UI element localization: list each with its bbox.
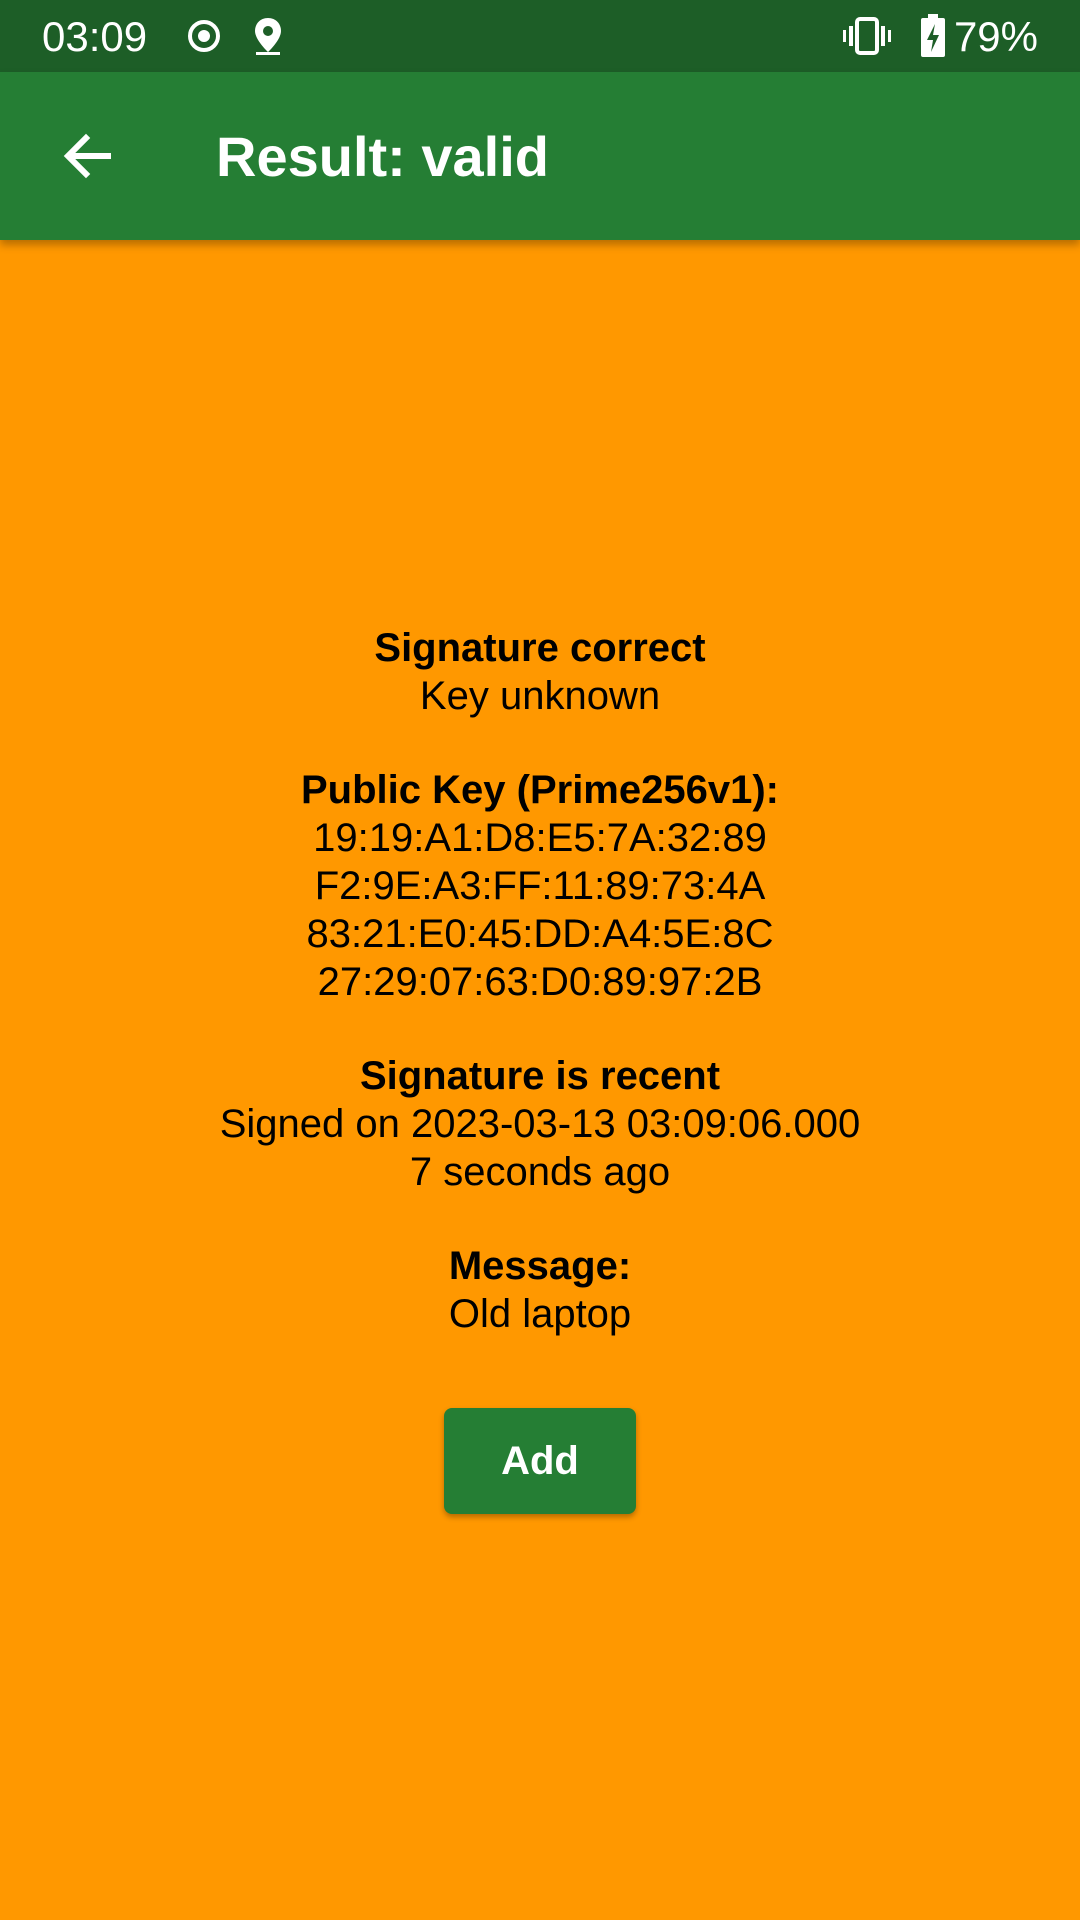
signed-on-text: Signed on 2023-03-13 03:09:06.000 <box>219 1102 861 1146</box>
key-status: Key unknown <box>419 674 661 718</box>
recency-heading: Signature is recent <box>359 1054 721 1098</box>
location-icon <box>246 14 290 58</box>
status-time: 03:09 <box>42 13 148 60</box>
record-icon <box>182 14 226 58</box>
public-key-line: 27:29:07:63:D0:89:97:2B <box>317 960 763 1004</box>
page-title: Result: valid <box>216 125 549 188</box>
arrow-back-icon <box>63 133 111 179</box>
message-text: Old laptop <box>448 1292 632 1336</box>
result-content: Signature correct Key unknown Public Key… <box>0 624 1080 1338</box>
battery-percent: 79% <box>953 13 1038 60</box>
signature-heading: Signature correct <box>374 626 706 670</box>
signature-age: 7 seconds ago <box>409 1150 671 1194</box>
back-button[interactable] <box>40 108 136 204</box>
public-key-line: 83:21:E0:45:DD:A4:5E:8C <box>306 912 774 956</box>
battery-charging-icon <box>920 14 946 58</box>
public-key-line: 19:19:A1:D8:E5:7A:32:89 <box>313 816 767 860</box>
vibrate-icon <box>842 14 891 58</box>
message-heading: Message: <box>448 1244 632 1288</box>
public-key-heading: Public Key (Prime256v1): <box>301 768 779 812</box>
status-bar: 03:09 79% <box>0 0 1080 72</box>
app-bar: Result: valid <box>0 72 1080 240</box>
public-key-line: F2:9E:A3:FF:11:89:73:4A <box>314 864 766 908</box>
add-button[interactable]: Add <box>444 1408 636 1514</box>
